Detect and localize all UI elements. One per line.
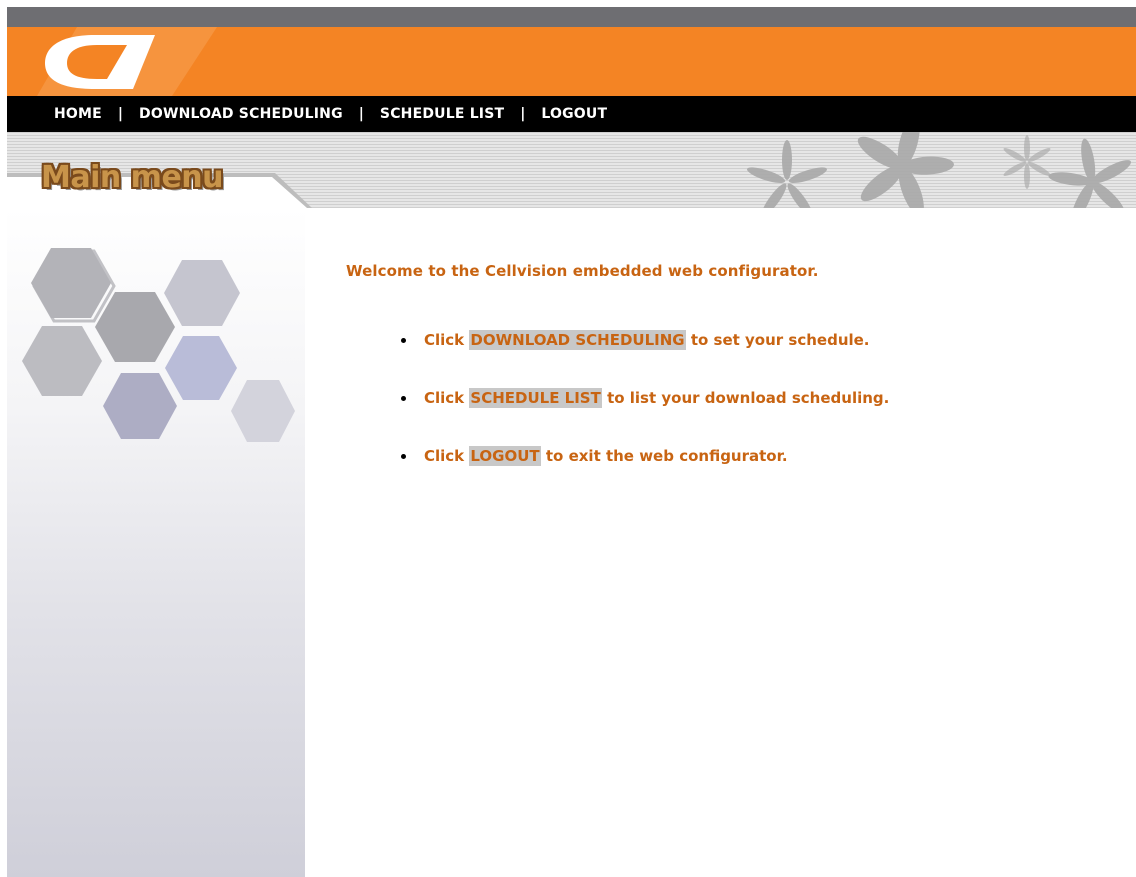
main-nav: HOME | DOWNLOAD SCHEDULING | SCHEDULE LI… (7, 96, 1136, 132)
hexagon-decoration-icon (22, 248, 295, 442)
instruction-prefix: Click (424, 331, 470, 349)
instruction-suffix: to list your download scheduling. (601, 389, 890, 407)
title-band: Main menu (7, 132, 1136, 208)
instruction-suffix: to set your schedule. (685, 331, 870, 349)
left-gutter (0, 0, 7, 877)
instruction-prefix: Click (424, 389, 470, 407)
instruction-list: Click DOWNLOAD SCHEDULING to set your sc… (346, 328, 1106, 472)
nav-download-scheduling[interactable]: DOWNLOAD SCHEDULING (139, 106, 343, 122)
list-item: Click DOWNLOAD SCHEDULING to set your sc… (346, 328, 1106, 356)
nav-separator: | (358, 106, 364, 122)
nav-logout[interactable]: LOGOUT (541, 106, 607, 122)
bullet-icon (401, 396, 406, 401)
nav-schedule-list[interactable]: SCHEDULE LIST (380, 106, 504, 122)
header-banner (7, 27, 1136, 96)
cellvision-logo-icon (37, 27, 217, 96)
left-sidebar (7, 208, 305, 877)
welcome-message: Welcome to the Cellvision embedded web c… (346, 262, 819, 280)
download-scheduling-link[interactable]: DOWNLOAD SCHEDULING (469, 330, 686, 350)
schedule-list-link[interactable]: SCHEDULE LIST (469, 388, 602, 408)
bullet-icon (401, 338, 406, 343)
main-content: Welcome to the Cellvision embedded web c… (346, 262, 1106, 502)
instruction-suffix: to exit the web configurator. (540, 447, 788, 465)
instruction-prefix: Click (424, 447, 470, 465)
nav-separator: | (520, 106, 526, 122)
logout-link[interactable]: LOGOUT (469, 446, 541, 466)
list-item: Click LOGOUT to exit the web configurato… (346, 444, 1106, 472)
top-gray-bar (7, 7, 1136, 27)
nav-separator: | (117, 106, 124, 122)
bullet-icon (401, 454, 406, 459)
decorative-stars-icon (746, 132, 1132, 208)
page-title: Main menu (41, 160, 224, 195)
list-item: Click SCHEDULE LIST to list your downloa… (346, 386, 1106, 414)
nav-home[interactable]: HOME (54, 106, 102, 122)
